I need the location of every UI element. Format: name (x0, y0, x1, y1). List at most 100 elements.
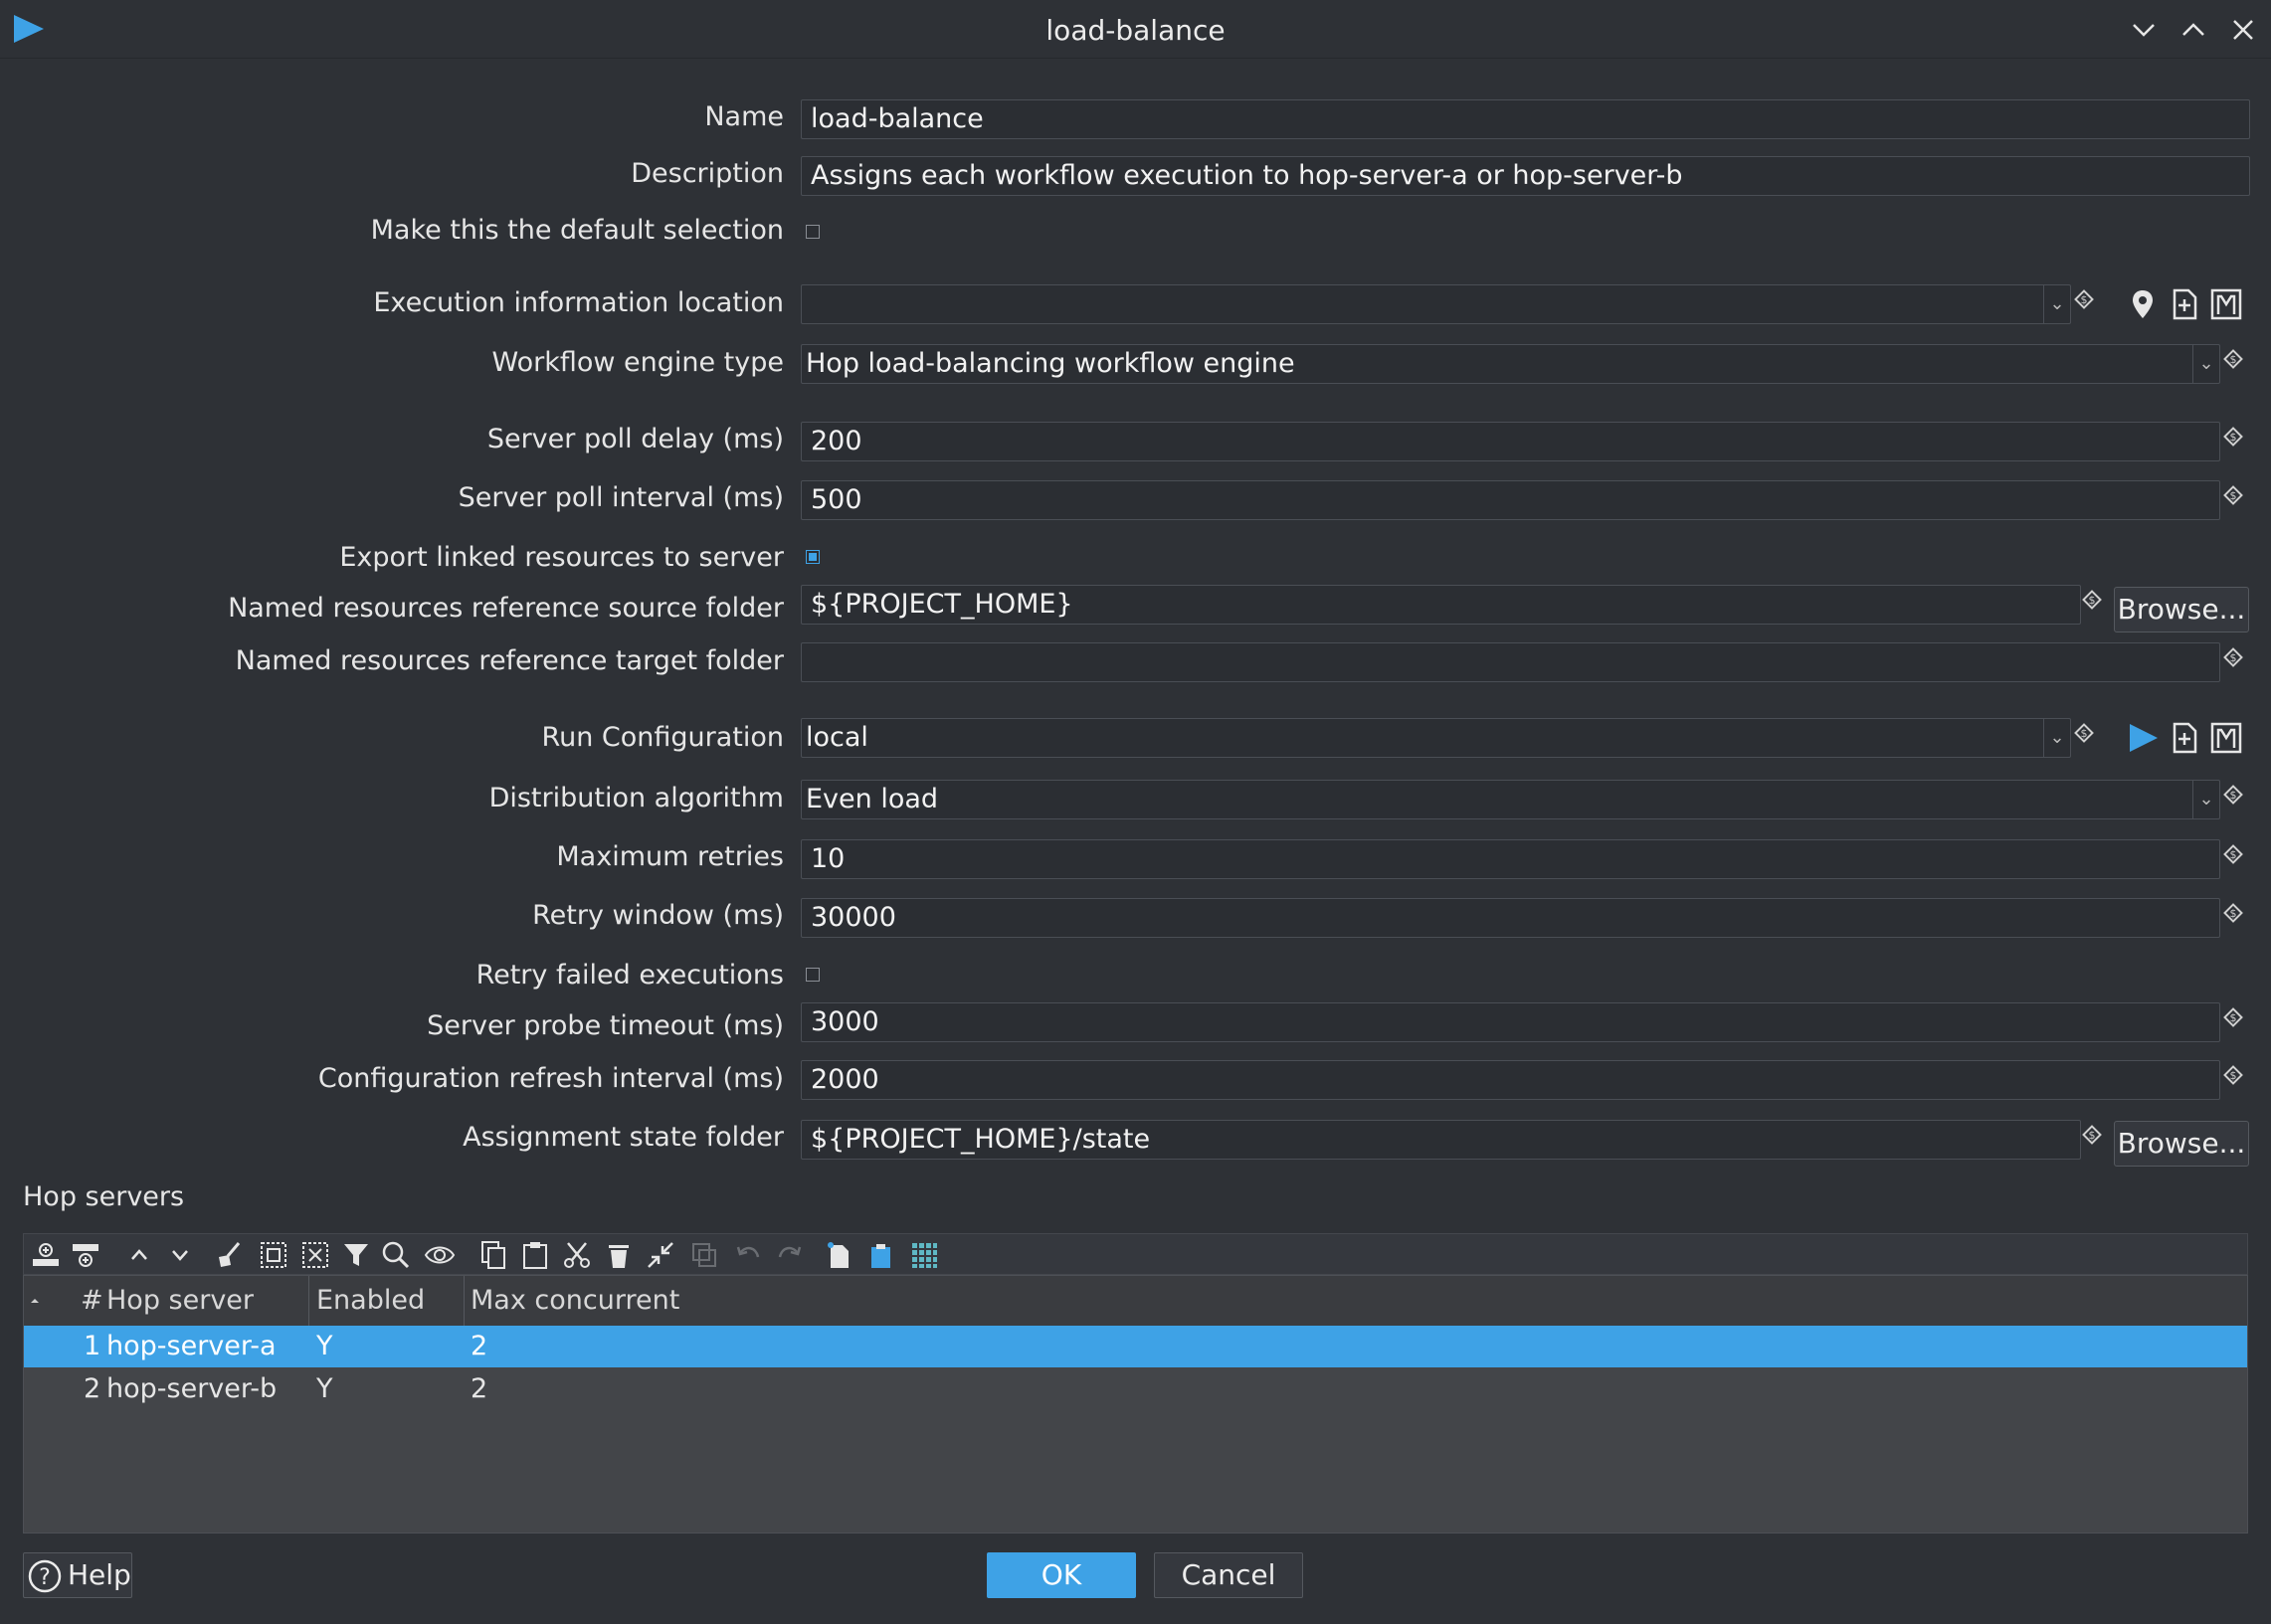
close-icon[interactable] (2228, 15, 2258, 45)
table-row[interactable]: 1 hop-server-a Y 2 (24, 1326, 2247, 1367)
description-input[interactable]: Assigns each workflow execution to hop-s… (801, 156, 2250, 196)
add-row-icon[interactable] (70, 1239, 101, 1271)
description-label: Description (631, 158, 784, 189)
variable-icon: $ (2223, 1007, 2243, 1027)
chevron-down-icon[interactable]: ⌄ (2043, 719, 2070, 757)
run-config-combo[interactable]: local ⌄ (801, 718, 2071, 758)
variable-icon: $ (2082, 590, 2102, 610)
variable-icon: $ (2223, 844, 2243, 864)
enabled-cell[interactable]: Y (316, 1331, 333, 1361)
server-poll-delay-label: Server poll delay (ms) (486, 424, 784, 454)
config-refresh-input[interactable]: 2000 (801, 1060, 2220, 1100)
search-icon[interactable] (380, 1239, 412, 1271)
distribution-combo[interactable]: Even load ⌄ (801, 780, 2220, 819)
column-header-enabled[interactable]: Enabled (316, 1285, 425, 1316)
run-play-icon[interactable] (2126, 721, 2160, 755)
chevron-down-icon[interactable]: ⌄ (2192, 345, 2219, 383)
distribution-label: Distribution algorithm (488, 783, 784, 813)
named-source-input[interactable]: ${PROJECT_HOME} (801, 585, 2081, 625)
assignment-state-browse-button[interactable]: Browse... (2114, 1121, 2249, 1167)
named-target-input[interactable] (801, 642, 2220, 682)
max-concurrent-cell[interactable]: 2 (471, 1331, 487, 1361)
cancel-button[interactable]: Cancel (1154, 1552, 1303, 1598)
unselect-all-icon[interactable] (299, 1239, 331, 1271)
svg-text:$: $ (2230, 789, 2237, 802)
column-header-hop-server[interactable]: Hop server (106, 1285, 254, 1316)
select-all-icon[interactable] (258, 1239, 289, 1271)
help-label: Help (68, 1558, 131, 1591)
grid-view-icon[interactable] (908, 1239, 940, 1271)
name-input[interactable]: load-balance (801, 99, 2250, 139)
hop-server-cell[interactable]: hop-server-a (106, 1331, 277, 1361)
run-config-value: local (806, 722, 868, 753)
help-button[interactable]: ? Help (23, 1552, 132, 1598)
shrink-icon[interactable] (645, 1239, 676, 1271)
delete-trash-icon[interactable] (603, 1239, 635, 1271)
redo-disabled-icon (778, 1246, 802, 1258)
variable-icon: $ (2223, 349, 2243, 369)
paste-icon[interactable] (519, 1239, 551, 1271)
svg-text:$: $ (2230, 1011, 2237, 1024)
retry-failed-label: Retry failed executions (475, 960, 784, 991)
svg-text:$: $ (2230, 353, 2237, 366)
svg-text:$: $ (2230, 1069, 2237, 1082)
title-bar: load-balance (0, 0, 2271, 59)
probe-timeout-input[interactable]: 3000 (801, 1002, 2220, 1042)
hop-servers-table: # Hop server Enabled Max concurrent 1 ho… (23, 1275, 2248, 1534)
cut-scissors-icon[interactable] (561, 1239, 593, 1271)
svg-text:$: $ (2089, 1129, 2096, 1142)
hop-servers-title: Hop servers (23, 1181, 185, 1212)
sort-caret-icon[interactable] (29, 1295, 41, 1307)
minimize-chevron-down-icon[interactable] (2129, 15, 2159, 45)
retry-failed-checkbox[interactable] (806, 968, 820, 982)
column-header-max-concurrent[interactable]: Max concurrent (471, 1285, 679, 1316)
assignment-state-input[interactable]: ${PROJECT_HOME}/state (801, 1120, 2081, 1160)
manage-metadata-icon[interactable] (2209, 287, 2243, 321)
enabled-cell[interactable]: Y (316, 1373, 333, 1404)
new-file-icon[interactable] (2168, 721, 2201, 755)
insert-row-icon[interactable] (30, 1239, 62, 1271)
column-header-number[interactable]: # (81, 1285, 103, 1316)
paste-sheet-icon[interactable] (864, 1239, 896, 1271)
svg-text:$: $ (2230, 431, 2237, 444)
distribution-value: Even load (806, 784, 939, 814)
table-header: # Hop server Enabled Max concurrent (24, 1276, 2247, 1327)
svg-text:$: $ (2081, 293, 2088, 306)
svg-text:$: $ (2230, 489, 2237, 502)
max-concurrent-cell[interactable]: 2 (471, 1373, 487, 1404)
filter-icon[interactable] (340, 1239, 372, 1271)
retry-window-input[interactable]: 30000 (801, 898, 2220, 938)
server-poll-delay-input[interactable]: 200 (801, 422, 2220, 461)
export-linked-checkbox[interactable] (806, 550, 820, 564)
new-file-icon[interactable] (2168, 287, 2201, 321)
hop-server-cell[interactable]: hop-server-b (106, 1373, 277, 1404)
svg-text:?: ? (39, 1565, 51, 1590)
row-number: 2 (84, 1373, 101, 1404)
chevron-down-icon[interactable]: ⌄ (2043, 285, 2070, 323)
svg-text:$: $ (2230, 651, 2237, 664)
variable-icon: $ (2223, 427, 2243, 447)
exec-info-location-combo[interactable]: ⌄ (801, 284, 2071, 324)
default-selection-checkbox[interactable] (806, 225, 820, 239)
variable-icon: $ (2074, 289, 2094, 309)
max-retries-input[interactable]: 10 (801, 839, 2220, 879)
default-selection-label: Make this the default selection (370, 215, 784, 246)
clear-broom-icon[interactable] (213, 1239, 245, 1271)
manage-metadata-icon[interactable] (2209, 721, 2243, 755)
move-up-icon[interactable] (123, 1239, 155, 1271)
workflow-engine-type-combo[interactable]: Hop load-balancing workflow engine ⌄ (801, 344, 2220, 384)
server-poll-interval-input[interactable]: 500 (801, 480, 2220, 520)
ok-button[interactable]: OK (987, 1552, 1136, 1598)
variable-icon: $ (2082, 1125, 2102, 1145)
chevron-down-icon[interactable]: ⌄ (2192, 781, 2219, 818)
maximize-chevron-up-icon[interactable] (2178, 15, 2208, 45)
new-sheet-icon[interactable] (823, 1239, 854, 1271)
move-down-icon[interactable] (164, 1239, 196, 1271)
variable-icon: $ (2074, 723, 2094, 743)
eye-icon[interactable] (424, 1239, 456, 1271)
named-source-browse-button[interactable]: Browse... (2114, 587, 2249, 632)
copy-icon[interactable] (477, 1239, 509, 1271)
table-row[interactable]: 2 hop-server-b Y 2 (24, 1368, 2247, 1410)
help-icon: ? (28, 1559, 62, 1593)
location-pin-icon[interactable] (2126, 287, 2160, 321)
